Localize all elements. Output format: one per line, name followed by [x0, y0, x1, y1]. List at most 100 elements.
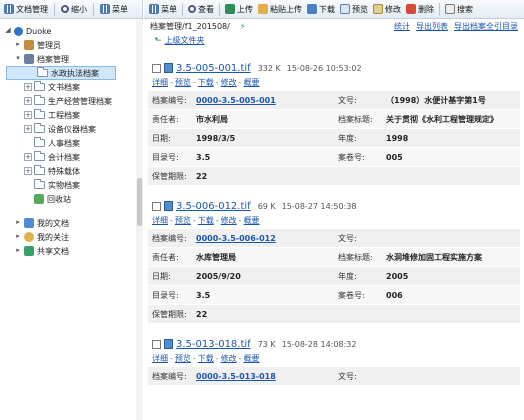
field-row: 日期: 2005/9/20 年度: 2005 [148, 267, 520, 286]
preview-link[interactable]: 预览 [175, 77, 191, 88]
record-checkbox[interactable] [152, 339, 161, 349]
download-button[interactable]: 下载 [307, 4, 335, 15]
field-label: 年度: [338, 133, 357, 143]
expand-box-icon[interactable]: + [24, 167, 32, 175]
image-file-icon [164, 63, 173, 73]
refresh-icon[interactable]: ⚡ [240, 22, 246, 31]
upload-icon [225, 4, 235, 14]
tree-node-physical[interactable]: 实物档案 [0, 178, 142, 192]
preview-button[interactable]: 预览 [340, 4, 368, 15]
scroll-thumb[interactable] [137, 178, 142, 226]
folder-icon [34, 151, 45, 161]
preview-link[interactable]: 预览 [175, 353, 191, 364]
record-actions: 详细 - 预览 - 下载 - 修改 - 概要 [152, 353, 260, 364]
download-link[interactable]: 下载 [198, 77, 214, 88]
tree-node-documents[interactable]: + 文书档案 [0, 80, 142, 94]
expand-arrow-icon[interactable]: ▸ [14, 41, 22, 49]
tree-node-water-law[interactable]: 水政执法档案 [6, 66, 116, 80]
doc-manage-button[interactable]: 文档管理 [4, 4, 48, 15]
expand-box-icon[interactable]: + [24, 83, 32, 91]
edit-link[interactable]: 修改 [221, 353, 237, 364]
field-row: 档案编号: 0000-3.5-005-001 文号: （1998）水便计基字第1… [148, 91, 520, 110]
edit-button[interactable]: 修改 [373, 4, 401, 15]
view-button[interactable]: 查看 [188, 4, 214, 15]
field-value: 22 [196, 171, 208, 181]
delete-icon [406, 4, 416, 14]
detail-link[interactable]: 详细 [152, 215, 168, 226]
tree-node-special-media[interactable]: + 特殊载体 [0, 164, 142, 178]
tree-node-recycle-bin[interactable]: 回收站 [0, 192, 142, 206]
expand-arrow-icon[interactable]: ▸ [14, 233, 22, 241]
detail-link[interactable]: 详细 [152, 77, 168, 88]
folder-icon [34, 123, 45, 133]
field-label: 档案标题: [338, 252, 373, 262]
paste-upload-button[interactable]: 粘贴上传 [258, 4, 302, 15]
field-value: 22 [196, 309, 208, 319]
archive-number-link[interactable]: 0000-3.5-006-012 [196, 234, 276, 243]
field-value: 1998 [386, 133, 409, 143]
tree-node-my-docs[interactable]: ▸ 我的文档 [0, 216, 142, 230]
detail-link[interactable]: 详细 [152, 353, 168, 364]
field-label: 日期: [152, 133, 171, 143]
tree-node-label: 设备仪器档案 [48, 124, 96, 134]
expand-box-icon[interactable]: + [24, 97, 32, 105]
export-list-link[interactable]: 导出列表 [416, 21, 448, 32]
magnifier-icon [188, 5, 196, 13]
expand-box-icon[interactable]: + [24, 153, 32, 161]
folder-icon [34, 179, 45, 189]
collapse-arrow-icon[interactable]: ▾ [14, 55, 22, 63]
up-arrow-icon[interactable]: ⬑ [154, 36, 162, 46]
tree-node-equipment[interactable]: + 设备仪器档案 [0, 122, 142, 136]
menu-button[interactable]: 菜单 [149, 4, 177, 15]
up-folder-link[interactable]: 上级文件夹 [165, 35, 205, 46]
summary-link[interactable]: 概要 [244, 353, 260, 364]
tree-node-admin[interactable]: ▸ 管理员 [0, 38, 142, 52]
star-icon [24, 232, 34, 242]
download-link[interactable]: 下载 [198, 353, 214, 364]
archive-number-link[interactable]: 0000-3.5-013-018 [196, 372, 276, 381]
menu-button[interactable]: 菜单 [100, 4, 128, 15]
left-scrollbar[interactable] [136, 20, 143, 420]
tree-root[interactable]: ◢ Duoke [0, 24, 142, 38]
summary-link[interactable]: 概要 [244, 77, 260, 88]
tree-node-accounting[interactable]: + 会计档案 [0, 150, 142, 164]
tree-node-my-follow[interactable]: ▸ 我的关注 [0, 230, 142, 244]
collapse-arrow-icon[interactable]: ◢ [4, 27, 12, 35]
field-label: 保管期限: [152, 171, 187, 181]
tree-node-engineering[interactable]: + 工程档案 [0, 108, 142, 122]
record-checkbox[interactable] [152, 63, 161, 73]
export-index-link[interactable]: 导出档案全引目录 [454, 21, 518, 32]
record-actions: 详细 - 预览 - 下载 - 修改 - 概要 [152, 215, 260, 226]
stats-link[interactable]: 统计 [394, 21, 410, 32]
shrink-button[interactable]: 缩小 [61, 4, 87, 15]
search-button[interactable]: 搜索 [445, 4, 473, 15]
preview-link[interactable]: 预览 [175, 215, 191, 226]
tree-node-personnel[interactable]: 人事档案 [0, 136, 142, 150]
download-link[interactable]: 下载 [198, 215, 214, 226]
field-label: 文号: [338, 371, 357, 381]
summary-link[interactable]: 概要 [244, 215, 260, 226]
upload-button[interactable]: 上传 [225, 4, 253, 15]
toolbar-divider [439, 2, 440, 16]
folder-icon [34, 137, 45, 147]
tree-node-production[interactable]: + 生产经营管理档案 [0, 94, 142, 108]
file-name-link[interactable]: 3.5-013-018.tif [176, 339, 251, 350]
expand-arrow-icon[interactable]: ▸ [14, 247, 22, 255]
file-name-link[interactable]: 3.5-006-012.tif [176, 201, 251, 212]
file-name-link[interactable]: 3.5-005-001.tif [176, 63, 251, 74]
field-label: 年度: [338, 271, 357, 281]
tree-node-label: 工程档案 [48, 110, 80, 120]
record-checkbox[interactable] [152, 201, 161, 211]
tree-node-archive[interactable]: ▾ 档案管理 [0, 52, 142, 66]
edit-link[interactable]: 修改 [221, 215, 237, 226]
delete-button[interactable]: 删除 [406, 4, 434, 15]
archive-number-link[interactable]: 0000-3.5-005-001 [196, 96, 276, 105]
record-card: 3.5-013-018.tif 73 K 15-08-28 14:08:32 详… [144, 336, 524, 386]
tree-node-label: 我的文档 [37, 218, 69, 228]
tree-node-shared[interactable]: ▸ 共享文档 [0, 244, 142, 258]
expand-box-icon[interactable]: + [24, 125, 32, 133]
edit-link[interactable]: 修改 [221, 77, 237, 88]
expand-arrow-icon[interactable]: ▸ [14, 219, 22, 227]
image-file-icon [164, 201, 173, 211]
expand-box-icon[interactable]: + [24, 111, 32, 119]
